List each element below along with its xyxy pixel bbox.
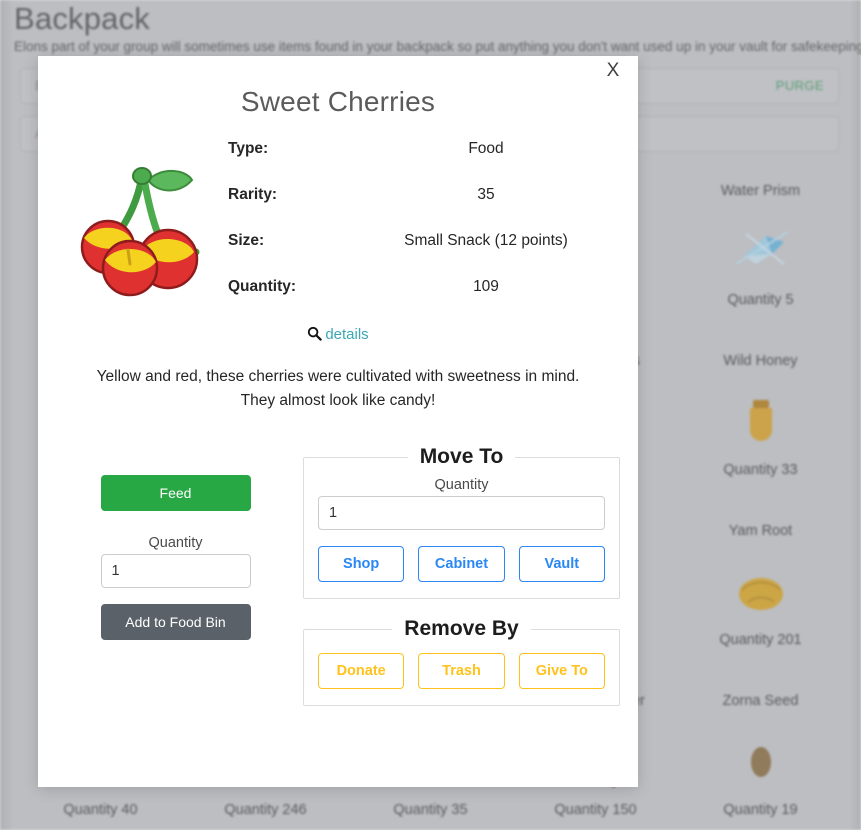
spec-value: 109 xyxy=(473,278,499,295)
search-icon xyxy=(307,326,323,345)
page-root: Backpack Elons part of your group will s… xyxy=(0,0,861,830)
spec-key: Size: xyxy=(228,232,265,249)
move-to-legend: Move To xyxy=(419,445,504,468)
spec-row: Type: Food xyxy=(228,140,624,186)
close-icon[interactable]: X xyxy=(598,56,628,86)
item-detail-modal: X Sweet Cherries Type: Food Rarity: 35 S… xyxy=(38,56,638,787)
feed-quantity-group: Quantity xyxy=(100,535,251,588)
move-to-button-row: Shop Cabinet Vault xyxy=(318,546,605,582)
cherries-icon xyxy=(80,167,200,297)
move-to-shop-button[interactable]: Shop xyxy=(318,546,405,582)
spec-key: Quantity: xyxy=(228,278,297,295)
move-to-panel: Move To Quantity Shop Cabinet Vault xyxy=(303,445,620,599)
spec-value: Food xyxy=(468,140,504,157)
spec-row: Size: Small Snack (12 points) xyxy=(228,232,624,278)
remove-by-donate-button[interactable]: Donate xyxy=(318,653,405,689)
move-quantity-input[interactable] xyxy=(318,496,605,530)
add-to-food-bin-button[interactable]: Add to Food Bin xyxy=(100,604,251,640)
modal-actions: Feed Quantity Add to Food Bin Move To Qu… xyxy=(38,445,638,724)
spec-key: Rarity: xyxy=(228,186,278,203)
item-description: Yellow and red, these cherries were cult… xyxy=(96,368,580,409)
spec-row: Quantity: 109 xyxy=(228,278,624,324)
spec-value: 35 xyxy=(477,186,495,203)
right-action-column: Move To Quantity Shop Cabinet Vault Remove… xyxy=(303,445,628,724)
remove-by-button-row: Donate Trash Give To xyxy=(318,653,605,689)
move-to-vault-button[interactable]: Vault xyxy=(518,546,605,582)
spec-row: Rarity: 35 xyxy=(228,186,624,232)
item-info-row: Type: Food Rarity: 35 Size: Small Snack (12 p… xyxy=(38,134,638,324)
feed-button[interactable]: Feed xyxy=(100,475,251,511)
remove-by-legend: Remove By xyxy=(404,617,519,640)
details-line: details xyxy=(38,326,638,345)
move-to-cabinet-button[interactable]: Cabinet xyxy=(418,546,505,582)
spec-key: Type: xyxy=(228,140,269,157)
left-action-column: Feed Quantity Add to Food Bin xyxy=(48,445,303,724)
item-spec-table: Type: Food Rarity: 35 Size: Small Snack (12 p… xyxy=(228,134,624,324)
details-link[interactable]: details xyxy=(325,326,368,343)
remove-by-panel: Remove By Donate Trash Give To xyxy=(303,617,620,706)
spec-value: Small Snack (12 points) xyxy=(404,232,568,249)
remove-by-trash-button[interactable]: Trash xyxy=(418,653,505,689)
feed-quantity-label: Quantity xyxy=(148,535,203,551)
feed-quantity-input[interactable] xyxy=(100,554,251,588)
move-quantity-label: Quantity xyxy=(434,477,489,493)
remove-by-give-to-button[interactable]: Give To xyxy=(518,653,605,689)
item-art-cherries xyxy=(56,134,228,324)
move-quantity-group: Quantity xyxy=(318,477,605,530)
modal-title: Sweet Cherries xyxy=(240,86,436,117)
